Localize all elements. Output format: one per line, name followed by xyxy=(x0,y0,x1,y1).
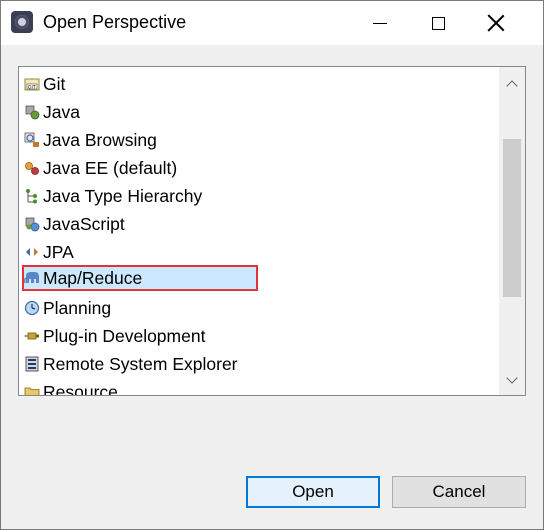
minimize-button[interactable] xyxy=(357,1,403,45)
list-item-javascript[interactable]: JavaScript xyxy=(24,211,256,237)
list-item-jpa[interactable]: JPA xyxy=(24,239,256,265)
elephant-icon xyxy=(24,272,39,284)
list-item-label: Remote System Explorer xyxy=(43,353,238,374)
jpa-icon xyxy=(26,248,38,256)
list-item-git[interactable]: GIT Git xyxy=(24,71,256,97)
list-item-java-type-hierarchy[interactable]: Java Type Hierarchy xyxy=(24,183,256,209)
maximize-icon xyxy=(431,16,445,30)
list-item-java[interactable]: Java xyxy=(24,99,256,125)
perspective-list-items: GIT Git Java Java Browsing Java EE (defa… xyxy=(19,67,499,396)
close-button[interactable] xyxy=(473,1,519,45)
list-item-plug-in-development[interactable]: Plug-in Development xyxy=(24,323,256,349)
list-item-java-browsing[interactable]: Java Browsing xyxy=(24,127,256,153)
list-item-label: Java Browsing xyxy=(43,129,157,150)
scrollbar-thumb[interactable] xyxy=(503,139,521,297)
type-hierarchy-icon xyxy=(26,189,37,204)
resource-folder-icon xyxy=(24,387,40,395)
remote-system-icon xyxy=(25,356,39,372)
git-icon: GIT xyxy=(24,78,40,91)
perspective-list[interactable]: GIT Git Java Java Browsing Java EE (defa… xyxy=(18,66,526,396)
list-item-label: Plug-in Development xyxy=(43,325,206,346)
list-item-remote-system-explorer[interactable]: Remote System Explorer xyxy=(24,351,256,377)
list-item-label: Resource xyxy=(43,381,118,396)
clock-icon xyxy=(24,300,40,316)
maximize-button[interactable] xyxy=(415,1,461,45)
java-perspective-icon xyxy=(25,105,40,120)
svg-text:GIT: GIT xyxy=(28,84,36,90)
scroll-down-button[interactable] xyxy=(499,367,525,393)
eclipse-app-icon xyxy=(11,11,33,33)
title-bar[interactable]: Open Perspective xyxy=(1,1,543,45)
list-item-label: Java xyxy=(43,101,80,122)
plugin-icon xyxy=(24,332,39,340)
close-icon xyxy=(487,14,505,32)
scroll-up-button[interactable] xyxy=(499,71,525,97)
list-item-label: Map/Reduce xyxy=(43,267,143,288)
list-item-label: JavaScript xyxy=(43,213,125,234)
vertical-scrollbar[interactable] xyxy=(499,67,525,395)
list-item-label: Java EE (default) xyxy=(43,157,178,178)
chevron-down-icon xyxy=(506,372,518,384)
chevron-up-icon xyxy=(506,80,518,92)
javascript-icon xyxy=(25,217,40,232)
open-button[interactable]: Open xyxy=(246,476,380,508)
java-ee-icon xyxy=(25,162,39,175)
cancel-button[interactable]: Cancel xyxy=(392,476,526,508)
window-title: Open Perspective xyxy=(43,12,187,32)
list-item-map-reduce[interactable]: Map/Reduce xyxy=(22,265,258,291)
list-item-label: Java Type Hierarchy xyxy=(43,185,203,206)
open-perspective-dialog: Open Perspective GIT Git Java Java Brows… xyxy=(0,0,544,530)
list-item-planning[interactable]: Planning xyxy=(24,295,256,321)
list-item-label: Git xyxy=(43,73,66,94)
list-item-label: JPA xyxy=(43,241,74,262)
list-item-java-ee[interactable]: Java EE (default) xyxy=(24,155,256,181)
list-item-resource[interactable]: Resource xyxy=(24,379,256,396)
java-browsing-icon xyxy=(24,132,39,147)
minimize-icon xyxy=(373,22,387,24)
list-item-label: Planning xyxy=(43,297,112,318)
